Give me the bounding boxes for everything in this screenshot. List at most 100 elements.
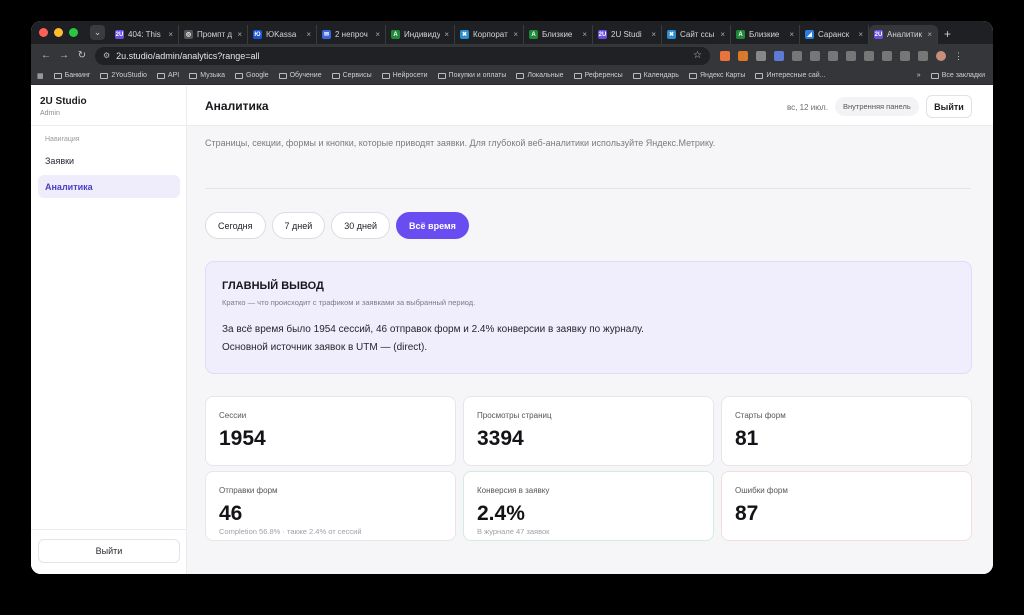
trash-icon[interactable]	[792, 50, 802, 61]
tab-close-icon[interactable]: ×	[927, 30, 932, 39]
browser-tab[interactable]: ✖ Сайт ссы ×	[662, 25, 731, 44]
browser-tab[interactable]: ✉ 2 непроч ×	[317, 25, 386, 44]
extension-icon[interactable]	[720, 50, 730, 61]
folder-icon	[156, 72, 165, 79]
translate-icon[interactable]	[828, 50, 838, 61]
bookmark-item[interactable]: Банкинг	[53, 72, 90, 79]
browser-tab[interactable]: ◢ Саранск ×	[800, 25, 869, 44]
tab-favicon-icon: ✖	[460, 30, 469, 39]
sidebar-item-label: Аналитика	[45, 181, 93, 192]
back-icon[interactable]: ←	[37, 50, 55, 61]
media-icon[interactable]	[900, 50, 910, 61]
address-bar[interactable]: ⚙ 2u.studio/admin/analytics?range=all ☆	[95, 46, 710, 65]
tab-title: 2U Studi	[611, 30, 642, 39]
bookmark-item[interactable]: Сервисы	[331, 72, 372, 79]
browser-tab[interactable]: ✖ Корпорат ×	[455, 25, 524, 44]
bookmarks-more-icon[interactable]: »	[917, 72, 921, 79]
extension-icon[interactable]	[738, 50, 748, 61]
browser-tab[interactable]: A Близкие ×	[524, 25, 593, 44]
bookmark-label: 2YouStudio	[111, 72, 147, 79]
tab-close-icon[interactable]: ×	[444, 30, 449, 39]
browser-tab[interactable]: 2U Аналитик ×	[869, 25, 938, 44]
bookmark-item[interactable]: Покупки и оплаты	[437, 72, 506, 79]
summary-subtitle: Кратко — что происходит с трафиком и зая…	[222, 298, 476, 307]
close-window-button[interactable]	[39, 28, 48, 37]
filter-today-button[interactable]: Сегодня	[205, 212, 266, 239]
profile-avatar[interactable]	[936, 50, 946, 61]
current-date: вс, 12 июл.	[787, 103, 828, 112]
apps-grid-icon[interactable]: ▦	[37, 72, 44, 80]
bookmark-item[interactable]: Интересные сай...	[755, 72, 825, 79]
browser-tab[interactable]: A Индивиду ×	[386, 25, 455, 44]
sidebar-logout-button[interactable]: Выйти	[38, 539, 180, 563]
top-bar: Аналитика вс, 12 июл. Внутренняя панель …	[187, 86, 993, 126]
browser-tab[interactable]: 2U 2U Studi ×	[593, 25, 662, 44]
filter-30-days-button[interactable]: 30 дней	[331, 212, 391, 239]
menu-icon[interactable]: ⋮	[954, 51, 963, 61]
tab-close-icon[interactable]: ×	[168, 30, 173, 39]
tab-close-icon[interactable]: ×	[789, 30, 794, 39]
logout-button[interactable]: Выйти	[926, 95, 972, 118]
metric-label: Отправки форм	[219, 486, 278, 495]
tab-close-icon[interactable]: ×	[720, 30, 725, 39]
filter-7-days-button[interactable]: 7 дней	[271, 212, 326, 239]
bookmark-item[interactable]: Календарь	[632, 72, 679, 79]
bookmark-item[interactable]: API	[156, 72, 179, 79]
tab-close-icon[interactable]: ×	[513, 30, 518, 39]
bookmarks-bar: ▦ Банкинг 2YouStudio API Музыка Google Обучен…	[31, 67, 993, 85]
all-bookmarks-link[interactable]: Все закладки	[930, 72, 985, 79]
bookmark-list: Банкинг 2YouStudio API Музыка Google Обучение…	[53, 72, 825, 79]
bookmark-item[interactable]: Яндекс Карты	[688, 72, 746, 79]
tab-close-icon[interactable]: ×	[651, 30, 656, 39]
forward-icon[interactable]: →	[55, 50, 73, 61]
bookmark-star-icon[interactable]: ☆	[693, 50, 702, 61]
metric-card-pageviews: Просмотры страниц 3394	[463, 396, 714, 466]
summary-line: Основной источник заявок в UTM — (direct…	[222, 342, 428, 353]
site-info-icon[interactable]: ⚙	[103, 51, 110, 60]
tab-close-icon[interactable]: ×	[375, 30, 380, 39]
sidebar: 2U Studio Admin Навигация Заявки Аналити…	[31, 86, 187, 574]
bookmark-item[interactable]: 2YouStudio	[100, 72, 147, 79]
summary-card: ГЛАВНЫЙ ВЫВОД Кратко — что происходит с …	[205, 261, 972, 374]
tab-close-icon[interactable]: ×	[306, 30, 311, 39]
bookmark-item[interactable]: Google	[235, 72, 269, 79]
browser-tab[interactable]: A Близкие ×	[731, 25, 800, 44]
sidebar-item-requests[interactable]: Заявки	[38, 149, 180, 172]
bookmark-label: Яндекс Карты	[699, 72, 746, 79]
filter-all-time-button[interactable]: Всё время	[396, 212, 469, 239]
tab-close-icon[interactable]: ×	[858, 30, 863, 39]
bookmark-item[interactable]: Обучение	[278, 72, 322, 79]
folder-icon	[437, 72, 446, 79]
browser-tab[interactable]: ◎ Промпт д ×	[179, 25, 248, 44]
tab-close-icon[interactable]: ×	[582, 30, 587, 39]
sidebar-item-analytics[interactable]: Аналитика	[38, 175, 180, 198]
browser-tab[interactable]: 2U 404: This ×	[110, 25, 179, 44]
tab-search-icon[interactable]: ⌄	[90, 25, 105, 40]
bookmark-item[interactable]: Музыка	[189, 72, 225, 79]
reload-icon[interactable]: ↻	[73, 50, 91, 61]
bookmark-item[interactable]: Нейросети	[381, 72, 428, 79]
bookmark-item[interactable]: Локальные	[516, 72, 564, 79]
reading-list-icon[interactable]	[918, 50, 928, 61]
sidebar-icon[interactable]	[810, 50, 820, 61]
browser-tab[interactable]: Ю ЮKassa ×	[248, 25, 317, 44]
folder-icon	[100, 72, 109, 79]
sidebar-item-label: Заявки	[45, 155, 75, 166]
tab-list: 2U 404: This × ◎ Промпт д × Ю ЮKassa × ✉ 2 непроч ×…	[110, 25, 938, 44]
link-icon[interactable]	[846, 50, 856, 61]
minimize-window-button[interactable]	[54, 28, 63, 37]
camera-icon[interactable]	[882, 50, 892, 61]
divider	[205, 188, 971, 189]
extensions-puzzle-icon[interactable]	[756, 50, 766, 61]
shield-icon[interactable]	[864, 50, 874, 61]
all-bookmarks-label: Все закладки	[941, 72, 985, 79]
tab-title: Саранск	[818, 30, 850, 39]
bookmark-item[interactable]: Референсы	[573, 72, 623, 79]
new-tab-icon[interactable]: +	[944, 27, 951, 41]
metric-card-form-starts: Старты форм 81	[721, 396, 972, 466]
tab-close-icon[interactable]: ×	[237, 30, 242, 39]
maximize-window-button[interactable]	[69, 28, 78, 37]
download-icon[interactable]	[774, 50, 784, 61]
divider	[31, 529, 187, 530]
bookmark-label: Локальные	[527, 72, 564, 79]
